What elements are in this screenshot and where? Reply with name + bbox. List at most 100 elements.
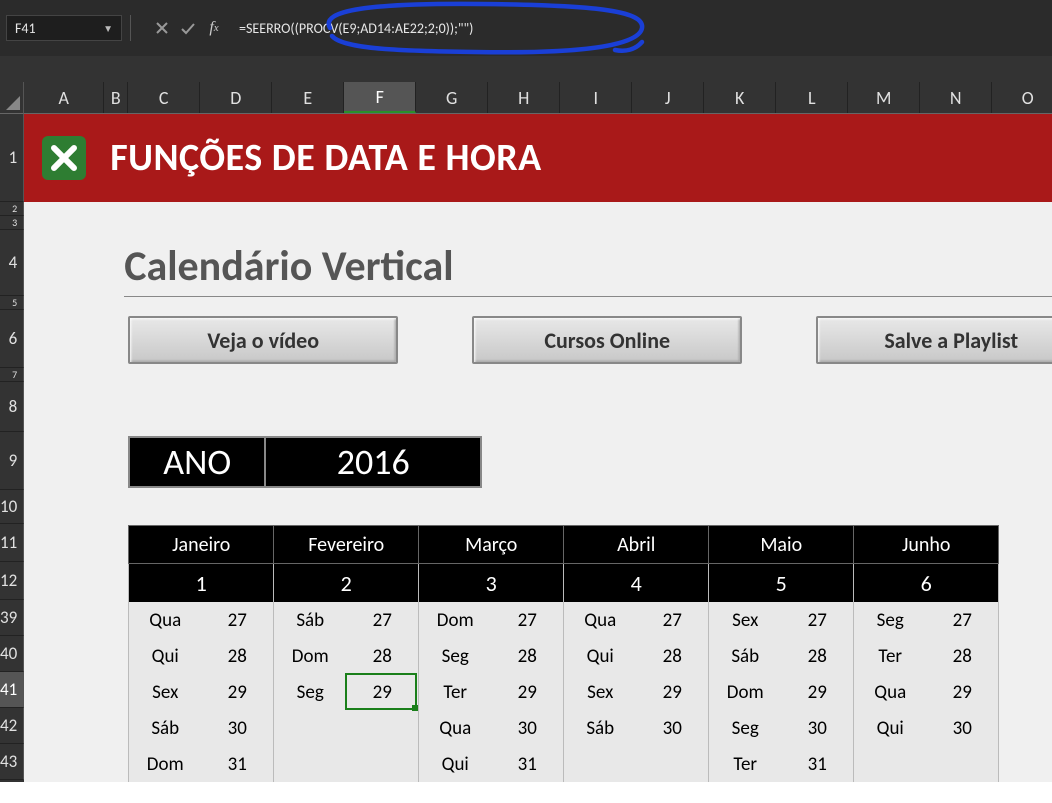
calendar: Janeiro Fevereiro Março Abril Maio Junho… xyxy=(24,525,1052,782)
mnum-4: 4 xyxy=(564,564,709,603)
col-header-A[interactable]: A xyxy=(24,82,104,113)
select-all-corner[interactable] xyxy=(0,82,24,114)
col-header-I[interactable]: I xyxy=(560,82,632,113)
cell[interactable]: Sáb28 xyxy=(709,638,854,674)
row-header-1[interactable]: 1 xyxy=(0,114,24,202)
cell[interactable]: Ter31 xyxy=(709,746,854,782)
col-header-E[interactable]: E xyxy=(272,82,344,113)
row-8-gap xyxy=(24,383,1052,433)
month-mai: Maio xyxy=(709,526,854,564)
video-button[interactable]: Veja o vídeo xyxy=(128,316,398,364)
cell[interactable]: Sex27 xyxy=(709,602,854,638)
cell[interactable] xyxy=(274,710,419,746)
cell[interactable]: Sex29 xyxy=(129,674,274,710)
formula-bar: F41 ▼ fx =SEERRO((PROCV(E9;AD14:AE22;2;0… xyxy=(0,0,1052,56)
cell[interactable]: Sáb27 xyxy=(274,602,419,638)
row-5-gap xyxy=(24,297,1052,311)
cell[interactable]: Qui28 xyxy=(129,638,274,674)
month-mar: Março xyxy=(419,526,564,564)
cell[interactable]: Seg30 xyxy=(709,710,854,746)
cell[interactable]: Qui28 xyxy=(564,638,709,674)
cell[interactable]: Qua27 xyxy=(564,602,709,638)
buttons-row: Veja o vídeo Cursos Online Salve a Playl… xyxy=(24,311,1052,369)
cell[interactable]: Qui31 xyxy=(419,746,564,782)
cal-row-40: Qui28 Dom28 Seg28 Qui28 Sáb28 Ter28 xyxy=(129,638,999,674)
sheet-content: A B C D E F G H I J K L M N O FUNÇÕES DE xyxy=(24,82,1052,782)
cell[interactable]: Sex29 xyxy=(564,674,709,710)
cell[interactable]: Qua30 xyxy=(419,710,564,746)
row-2-gap xyxy=(24,202,1052,216)
col-header-M[interactable]: M xyxy=(848,82,920,113)
cal-row-41: Sex29 Seg29 Ter29 Sex29 Dom29 Qua29 xyxy=(129,674,999,710)
col-header-F[interactable]: F xyxy=(344,82,416,113)
spreadsheet-grid: 1 2 3 4 5 6 7 8 9 10 11 12 39 40 41 42 4… xyxy=(0,82,1052,782)
mnum-6: 6 xyxy=(854,564,999,603)
cell[interactable]: Qua27 xyxy=(129,602,274,638)
row-header-7[interactable]: 7 xyxy=(0,368,24,382)
excel-icon xyxy=(36,130,92,186)
row-10-gap xyxy=(24,491,1052,525)
row-7-gap xyxy=(24,369,1052,383)
row-header-40[interactable]: 40 xyxy=(0,636,24,672)
col-header-H[interactable]: H xyxy=(488,82,560,113)
dropdown-icon[interactable]: ▼ xyxy=(103,22,113,35)
year-value-cell[interactable]: 2016 xyxy=(266,436,482,488)
col-header-J[interactable]: J xyxy=(632,82,704,113)
cell[interactable]: Sáb30 xyxy=(564,710,709,746)
col-header-B[interactable]: B xyxy=(104,82,128,113)
col-header-L[interactable]: L xyxy=(776,82,848,113)
cell[interactable]: Dom28 xyxy=(274,638,419,674)
month-num-row: 1 2 3 4 5 6 xyxy=(129,564,999,603)
col-header-O[interactable]: O xyxy=(992,82,1052,113)
cell[interactable] xyxy=(274,746,419,782)
section-title: Calendário Vertical xyxy=(24,230,1052,296)
formula-input[interactable]: =SEERRO((PROCV(E9;AD14:AE22;2;0));"") xyxy=(233,15,1046,41)
cell[interactable]: Sáb30 xyxy=(129,710,274,746)
row-header-12[interactable]: 12 xyxy=(0,562,24,600)
name-box[interactable]: F41 ▼ xyxy=(6,15,122,41)
row-header-11[interactable]: 11 xyxy=(0,524,24,562)
row-header-10[interactable]: 10 xyxy=(0,490,24,524)
col-header-D[interactable]: D xyxy=(200,82,272,113)
row-header-9[interactable]: 9 xyxy=(0,432,24,490)
cal-row-42: Sáb30 Qua30 Sáb30 Seg30 Qui30 xyxy=(129,710,999,746)
cell[interactable]: Ter29 xyxy=(419,674,564,710)
mnum-1: 1 xyxy=(129,564,274,603)
cell[interactable]: Ter28 xyxy=(854,638,999,674)
cell[interactable] xyxy=(564,746,709,782)
row-header-5[interactable]: 5 xyxy=(0,296,24,310)
col-header-G[interactable]: G xyxy=(416,82,488,113)
row-header-3[interactable]: 3 xyxy=(0,216,24,230)
fx-icon[interactable]: fx xyxy=(201,15,227,41)
row-header-41[interactable]: 41 xyxy=(0,672,24,708)
cell[interactable]: Qua29 xyxy=(854,674,999,710)
row-3-gap xyxy=(24,216,1052,230)
col-header-N[interactable]: N xyxy=(920,82,992,113)
cell[interactable]: Qui30 xyxy=(854,710,999,746)
cal-row-43: Dom31 Qui31 Ter31 xyxy=(129,746,999,782)
month-fev: Fevereiro xyxy=(274,526,419,564)
ano-label-cell: ANO xyxy=(128,436,266,488)
row-headers: 1 2 3 4 5 6 7 8 9 10 11 12 39 40 41 42 4… xyxy=(0,82,24,782)
playlist-button[interactable]: Salve a Playlist xyxy=(816,316,1052,364)
cell[interactable]: Dom27 xyxy=(419,602,564,638)
col-header-K[interactable]: K xyxy=(704,82,776,113)
row-header-4[interactable]: 4 xyxy=(0,230,24,296)
cancel-icon[interactable] xyxy=(149,15,175,41)
row-header-39[interactable]: 39 xyxy=(0,600,24,636)
col-header-C[interactable]: C xyxy=(128,82,200,113)
enter-icon[interactable] xyxy=(175,15,201,41)
cell[interactable] xyxy=(854,746,999,782)
row-header-8[interactable]: 8 xyxy=(0,382,24,432)
cell[interactable]: Seg27 xyxy=(854,602,999,638)
row-header-43[interactable]: 43 xyxy=(0,744,24,780)
cursos-button[interactable]: Cursos Online xyxy=(472,316,742,364)
cell[interactable]: Seg28 xyxy=(419,638,564,674)
cell[interactable]: Dom31 xyxy=(129,746,274,782)
row-header-42[interactable]: 42 xyxy=(0,708,24,744)
cell[interactable]: Dom29 xyxy=(709,674,854,710)
row-header-2[interactable]: 2 xyxy=(0,202,24,216)
mnum-5: 5 xyxy=(709,564,854,603)
row-header-6[interactable]: 6 xyxy=(0,310,24,368)
cell[interactable]: Seg29 xyxy=(274,674,419,710)
